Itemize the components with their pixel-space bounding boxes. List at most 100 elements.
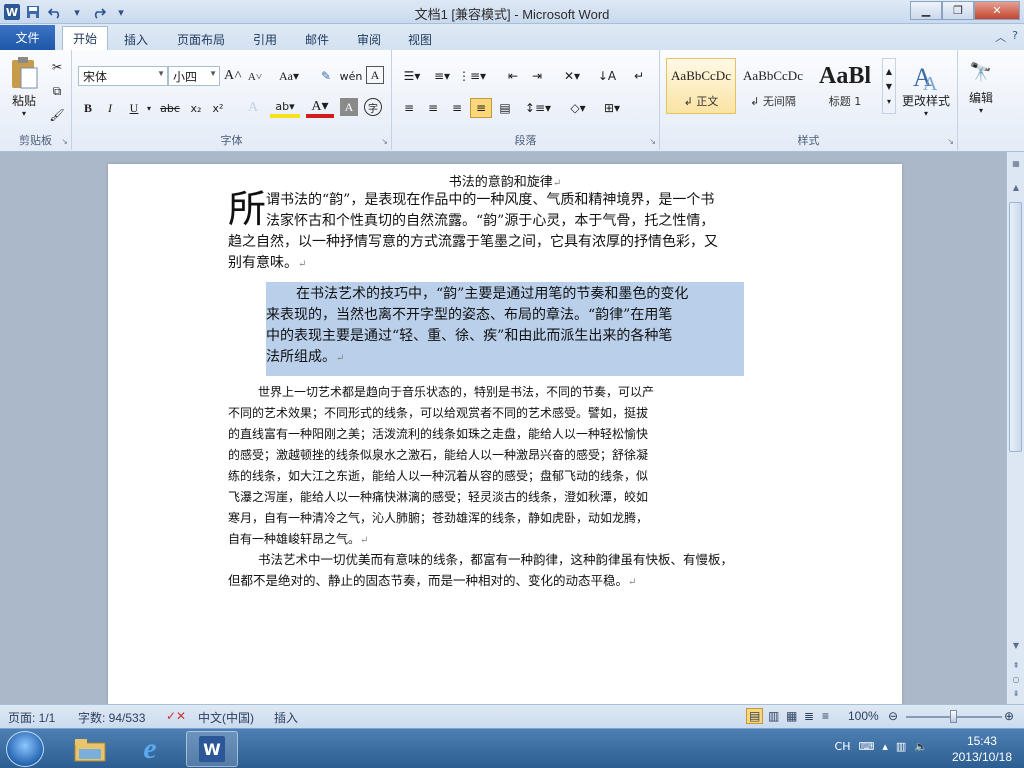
subscript-button[interactable]: x₂ — [186, 98, 206, 118]
explorer-icon[interactable] — [64, 731, 116, 767]
browse-object-icon[interactable]: ○ — [1008, 672, 1024, 686]
dialog-launcher-icon[interactable]: ↘ — [649, 137, 656, 146]
minimize-button[interactable]: ▁ — [910, 1, 942, 20]
justify-icon[interactable]: ≡ — [470, 98, 492, 118]
enclose-char-icon[interactable]: 字 — [364, 98, 382, 116]
tab-references[interactable]: 引用 — [243, 28, 287, 50]
line-spacing-icon[interactable]: ↕≡▾ — [524, 98, 552, 118]
paragraph-2-line: 法所组成。↵ — [266, 349, 345, 365]
phonetic-guide-icon[interactable]: wén — [340, 66, 363, 86]
outline-icon[interactable]: ≣ — [804, 709, 814, 723]
bullets-icon[interactable]: ☰▾ — [398, 66, 426, 86]
document-page[interactable]: 书法的意韵和旋律↵ 所 谓书法的“韵”，是表现在作品中的一种风度、气质和精神境界… — [108, 164, 902, 704]
dialog-launcher-icon[interactable]: ↘ — [947, 137, 954, 146]
style-normal[interactable]: AaBbCcDc ↲ 正文 — [666, 58, 736, 114]
underline-button[interactable]: U — [124, 98, 144, 118]
decrease-indent-icon[interactable]: ⇤ — [502, 66, 524, 86]
previous-page-icon[interactable]: ⇞ — [1008, 658, 1024, 672]
increase-indent-icon[interactable]: ⇥ — [526, 66, 548, 86]
char-border-icon[interactable]: A — [366, 66, 384, 84]
language[interactable]: 中文(中国) — [198, 709, 254, 726]
italic-button[interactable]: I — [100, 98, 120, 118]
style-no-spacing[interactable]: AaBbCcDc ↲ 无间隔 — [738, 58, 808, 114]
dialog-launcher-icon[interactable]: ↘ — [381, 137, 388, 146]
change-styles-button[interactable]: AA 更改样式 ▾ — [898, 56, 954, 122]
font-name-combo[interactable]: 宋体 ▼ — [78, 66, 168, 86]
scroll-thumb[interactable] — [1009, 202, 1022, 452]
paste-button[interactable]: 粘贴 ▾ — [6, 54, 42, 120]
zoom-level[interactable]: 100% — [848, 709, 879, 723]
font-color-icon[interactable]: A▾ — [306, 98, 334, 118]
align-center-icon[interactable]: ≡ — [422, 98, 444, 118]
insert-mode[interactable]: 插入 — [274, 709, 298, 726]
change-case-button[interactable]: Aa ▾ — [276, 66, 302, 86]
copy-icon[interactable]: ⧉ — [48, 82, 66, 100]
zoom-in-icon[interactable]: ⊕ — [1004, 709, 1014, 723]
style-preview: AaBbCcDc — [743, 68, 803, 83]
draft-icon[interactable]: ≡ — [822, 709, 829, 723]
volume-icon[interactable]: 🔈 — [914, 740, 928, 753]
internet-explorer-icon[interactable]: e — [124, 731, 176, 767]
tab-mailings[interactable]: 邮件 — [295, 28, 339, 50]
tab-page-layout[interactable]: 页面布局 — [167, 28, 235, 50]
sort-icon[interactable]: ↓A — [596, 66, 618, 86]
show-hidden-icon[interactable]: ▴ — [882, 740, 888, 753]
tab-insert[interactable]: 插入 — [114, 28, 158, 50]
next-page-icon[interactable]: ⇟ — [1008, 686, 1024, 700]
zoom-slider-thumb[interactable] — [950, 710, 957, 723]
start-button[interactable] — [6, 731, 44, 767]
word-taskbar-icon[interactable]: W — [186, 731, 238, 767]
ime-indicator[interactable]: CH — [835, 740, 851, 753]
tab-view[interactable]: 视图 — [398, 28, 442, 50]
highlight-icon[interactable]: ab▾ — [270, 98, 300, 118]
styles-scroll[interactable]: ▲ ▼ ▾ — [882, 58, 896, 114]
shading-icon[interactable]: ◇▾ — [564, 98, 592, 118]
cut-icon[interactable]: ✂ — [48, 58, 66, 76]
strikethrough-button[interactable]: abc — [158, 98, 182, 118]
scroll-up-icon[interactable]: ▲ — [1008, 180, 1024, 194]
drop-cap: 所 — [228, 187, 267, 231]
show-marks-icon[interactable]: ↵ — [628, 66, 650, 86]
zoom-out-icon[interactable]: ⊖ — [888, 709, 898, 723]
tab-home[interactable]: 开始 — [62, 26, 109, 50]
ruler-toggle-icon[interactable]: ▦ — [1008, 156, 1024, 170]
clock[interactable]: 15:43 2013/10/18 — [952, 733, 1012, 765]
vertical-scrollbar[interactable]: ▦ ▲ ▼ ⇞ ○ ⇟ — [1006, 152, 1024, 704]
format-painter-icon[interactable]: 🖌 — [48, 106, 66, 124]
clear-format-icon[interactable]: ✎ — [316, 66, 336, 86]
dialog-launcher-icon[interactable]: ↘ — [61, 137, 68, 146]
full-screen-icon[interactable]: ▥ — [768, 709, 779, 723]
multilevel-list-icon[interactable]: ⋮≡▾ — [458, 66, 486, 86]
ribbon-minimize-icon[interactable]: ︿ — [995, 29, 1006, 45]
bold-button[interactable]: B — [78, 98, 98, 118]
web-layout-icon[interactable]: ▦ — [786, 709, 797, 723]
word-count[interactable]: 字数: 94/533 — [78, 709, 145, 726]
align-right-icon[interactable]: ≡ — [446, 98, 468, 118]
superscript-button[interactable]: x² — [208, 98, 228, 118]
shrink-font-button[interactable]: A ˅ — [246, 68, 264, 86]
proofing-icon[interactable]: ✓✕ — [166, 709, 186, 723]
char-shading-icon[interactable]: A — [340, 98, 358, 116]
numbering-icon[interactable]: ≡▾ — [428, 66, 456, 86]
style-heading-1[interactable]: AaBl 标题 1 — [810, 58, 880, 114]
chevron-down-icon[interactable]: ▾ — [144, 98, 154, 118]
scroll-down-icon[interactable]: ▼ — [1008, 638, 1024, 652]
page-count[interactable]: 页面: 1/1 — [8, 709, 55, 726]
distributed-icon[interactable]: ▤ — [494, 98, 516, 118]
close-button[interactable]: ✕ — [974, 1, 1020, 20]
borders-icon[interactable]: ⊞▾ — [598, 98, 626, 118]
grow-font-button[interactable]: A ˄ — [224, 66, 242, 86]
tab-review[interactable]: 审阅 — [347, 28, 391, 50]
help-icon[interactable]: ? — [1012, 29, 1018, 45]
print-layout-icon[interactable]: ▤ — [746, 708, 764, 724]
status-bar: 页面: 1/1 字数: 94/533 ✓✕ 中文(中国) 插入 ▤ ▥ ▦ ≣ … — [0, 704, 1024, 728]
font-size-combo[interactable]: 小四 ▼ — [168, 66, 220, 86]
chinese-layout-icon[interactable]: ✕▾ — [558, 66, 586, 86]
keyboard-icon[interactable]: ⌨ — [858, 740, 874, 753]
align-left-icon[interactable]: ≡ — [398, 98, 420, 118]
maximize-button[interactable]: ❐ — [942, 1, 974, 20]
network-icon[interactable]: ▥ — [896, 740, 906, 753]
editing-button[interactable]: 🔭 编辑 ▾ — [962, 58, 1000, 118]
text-effects-icon[interactable]: A — [242, 98, 264, 118]
tab-file[interactable]: 文件 — [0, 25, 55, 50]
